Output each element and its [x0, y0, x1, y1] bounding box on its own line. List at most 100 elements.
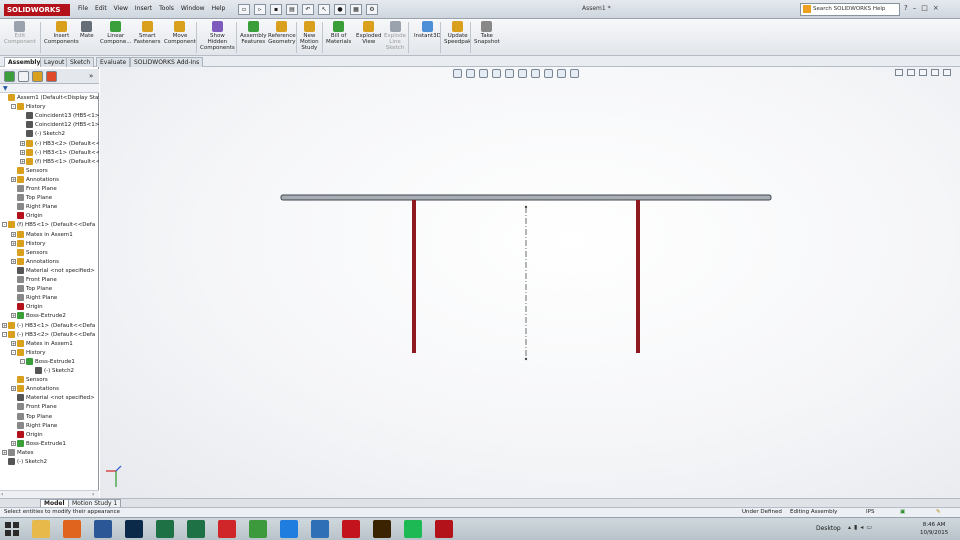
- file-explorer-taskbar-icon[interactable]: [32, 520, 50, 538]
- tree-item[interactable]: Origin: [11, 430, 43, 440]
- tray-battery-icon[interactable]: ▭: [866, 524, 872, 531]
- smart-fasteners-button[interactable]: Smart Fasteners: [134, 21, 160, 45]
- windows-start-icon[interactable]: [4, 521, 20, 537]
- desktop-toolbar-label[interactable]: Desktop: [816, 525, 841, 532]
- tree-item[interactable]: Sensors: [11, 376, 48, 385]
- excel-taskbar-icon[interactable]: [187, 520, 205, 538]
- new-motion-study-button[interactable]: New Motion Study: [300, 21, 319, 51]
- tree-item[interactable]: Top Plane: [11, 194, 52, 203]
- expand-icon[interactable]: +: [11, 386, 16, 392]
- expand-icon[interactable]: +: [11, 176, 16, 182]
- tree-item[interactable]: Coincident12 (HB5<1>,H: [20, 121, 99, 130]
- tree-item[interactable]: + Annotations: [11, 257, 59, 267]
- tab-layout[interactable]: Layout: [40, 57, 69, 67]
- rebuild-icon[interactable]: ●: [334, 4, 346, 15]
- expand-arrow-icon[interactable]: »: [89, 72, 93, 80]
- update-speedpak-button[interactable]: Update Speedpak: [444, 21, 471, 45]
- exploded-view-button[interactable]: Exploded View: [356, 21, 381, 45]
- tree-item[interactable]: Top Plane: [11, 412, 52, 422]
- tree-item[interactable]: + Mates in Assem1: [11, 230, 73, 240]
- select-icon[interactable]: ↖: [318, 4, 330, 15]
- expand-icon[interactable]: +: [11, 258, 16, 264]
- tab-sketch[interactable]: Sketch: [66, 57, 95, 67]
- options-icon[interactable]: ⚙: [366, 4, 378, 15]
- pane-horizontal-scrollbar[interactable]: ‹ ›: [0, 490, 99, 498]
- display-manager-tab-icon[interactable]: [46, 71, 57, 82]
- tray-arrow-icon[interactable]: ▴: [848, 524, 851, 531]
- horizontal-bar-model[interactable]: [280, 194, 772, 201]
- tree-item[interactable]: - History: [11, 103, 46, 112]
- take-snapshot-button[interactable]: Take Snapshot: [474, 21, 500, 45]
- close-icon[interactable]: ×: [933, 4, 939, 12]
- sketch-point-bottom[interactable]: [524, 357, 528, 361]
- tray-network-icon[interactable]: ▮: [854, 524, 857, 531]
- solidworks-taskbar-icon[interactable]: [435, 520, 453, 538]
- model-viewport[interactable]: [100, 67, 960, 498]
- collapse-icon[interactable]: -: [20, 358, 25, 364]
- tree-item[interactable]: Front Plane: [11, 276, 57, 285]
- spotify-taskbar-icon[interactable]: [404, 520, 422, 538]
- sketch-point-top[interactable]: [524, 205, 528, 209]
- tree-item[interactable]: (-) Sketch2: [2, 458, 47, 467]
- tree-item[interactable]: + Boss-Extrude1: [11, 439, 66, 449]
- tree-item[interactable]: + History: [11, 239, 46, 249]
- photoshop-taskbar-icon[interactable]: [125, 520, 143, 538]
- tree-item[interactable]: + (-) HB3<1> (Default<<D: [20, 148, 99, 158]
- tree-item[interactable]: + Annotations: [11, 385, 59, 394]
- creative-cloud-taskbar-icon[interactable]: [218, 520, 236, 538]
- expand-icon[interactable]: +: [20, 140, 25, 146]
- expand-icon[interactable]: +: [11, 340, 16, 346]
- acrobat-taskbar-icon[interactable]: [342, 520, 360, 538]
- help-icon[interactable]: ?: [904, 4, 908, 12]
- menu-edit[interactable]: Edit: [95, 5, 107, 12]
- quick-tips-icon[interactable]: ▣: [900, 508, 905, 517]
- collapse-icon[interactable]: -: [11, 349, 16, 355]
- assembly-features-button[interactable]: Assembly Features: [240, 21, 267, 45]
- tree-item[interactable]: - (f) HB5<1> (Default<<Defa: [2, 221, 95, 230]
- menu-file[interactable]: File: [78, 5, 88, 12]
- mate-button[interactable]: Mate: [80, 21, 94, 39]
- tree-item[interactable]: Coincident13 (HB5<1>,H: [20, 112, 99, 121]
- tree-item[interactable]: + (-) HB3<2> (Default<<D: [20, 139, 99, 149]
- taskbar-clock[interactable]: 8:46 AM 10/9/2015: [920, 521, 948, 537]
- restore-icon[interactable]: □: [921, 4, 928, 12]
- chrome-taskbar-icon[interactable]: [249, 520, 267, 538]
- tree-item[interactable]: + (f) HB5<1> (Default<<D: [20, 157, 99, 167]
- configuration-manager-tab-icon[interactable]: [32, 71, 43, 82]
- collapse-icon[interactable]: -: [2, 222, 7, 228]
- tree-item[interactable]: Sensors: [11, 166, 48, 176]
- expand-icon[interactable]: +: [20, 149, 25, 155]
- insert-components-button[interactable]: Insert Components: [44, 21, 79, 45]
- menu-help[interactable]: Help: [212, 5, 226, 12]
- open-icon[interactable]: ▹: [254, 4, 266, 15]
- graphics-area[interactable]: [100, 67, 960, 498]
- help-search-input[interactable]: Search SOLIDWORKS Help: [800, 3, 900, 16]
- instant3d-button[interactable]: Instant3D: [414, 21, 441, 39]
- tree-item[interactable]: - Boss-Extrude1: [20, 357, 75, 367]
- menu-tools[interactable]: Tools: [159, 5, 174, 12]
- expand-icon[interactable]: +: [11, 313, 16, 319]
- reference-geometry-button[interactable]: Reference Geometry: [268, 21, 296, 45]
- expand-icon[interactable]: +: [2, 322, 7, 328]
- undo-icon[interactable]: ↶: [302, 4, 314, 15]
- app-blue-taskbar-icon[interactable]: [311, 520, 329, 538]
- tab-solidworks-add-ins[interactable]: SOLIDWORKS Add-Ins: [130, 57, 204, 67]
- scroll-right-icon[interactable]: ›: [92, 491, 94, 498]
- dropbox-taskbar-icon[interactable]: [280, 520, 298, 538]
- tree-item[interactable]: (-) Sketch2: [20, 130, 65, 139]
- save-icon[interactable]: ▪: [270, 4, 282, 15]
- tree-item[interactable]: Front Plane: [11, 185, 57, 194]
- tree-item[interactable]: Front Plane: [11, 403, 57, 412]
- firefox-taskbar-icon[interactable]: [63, 520, 81, 538]
- minimize-icon[interactable]: –: [913, 4, 917, 12]
- print-icon[interactable]: ▤: [286, 4, 298, 15]
- rebuild-status-icon[interactable]: ✎: [936, 508, 941, 517]
- tree-item[interactable]: + Boss-Extrude2: [11, 312, 66, 321]
- menu-window[interactable]: Window: [181, 5, 205, 12]
- tree-item[interactable]: Material <not specified>: [11, 394, 95, 403]
- left-leg-model[interactable]: [412, 200, 416, 353]
- tray-volume-icon[interactable]: ◂: [860, 524, 863, 531]
- tree-item[interactable]: Top Plane: [11, 285, 52, 294]
- expand-icon[interactable]: +: [20, 158, 25, 164]
- tree-item[interactable]: Right Plane: [11, 294, 57, 303]
